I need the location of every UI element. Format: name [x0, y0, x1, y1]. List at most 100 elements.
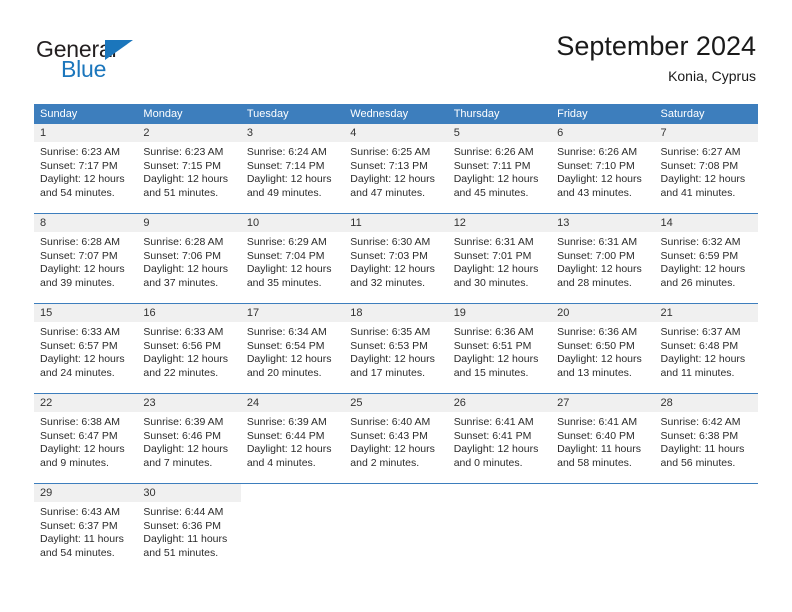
- day-number: [551, 484, 655, 502]
- weekday-header-thursday: Thursday: [453, 108, 500, 120]
- daylight-text-line2: and 54 minutes.: [40, 546, 115, 559]
- sunset-text: Sunset: 7:01 PM: [453, 249, 532, 262]
- day-details: Sunrise: 6:24 AM Sunset: 7:14 PM Dayligh…: [241, 142, 344, 200]
- day-cell[interactable]: 30 Sunrise: 6:44 AM Sunset: 6:36 PM Dayl…: [137, 484, 241, 573]
- page-header: General Blue September 2024 Konia, Cypru…: [0, 0, 792, 100]
- daylight-text-line2: and 24 minutes.: [40, 366, 115, 379]
- sunrise-text: Sunrise: 6:28 AM: [143, 236, 224, 248]
- daylight-text-line2: and 39 minutes.: [40, 276, 115, 289]
- weekday-header-tuesday: Tuesday: [246, 108, 289, 120]
- day-cell[interactable]: 20 Sunrise: 6:36 AM Sunset: 6:50 PM Dayl…: [551, 304, 655, 393]
- day-cell[interactable]: 6 Sunrise: 6:26 AM Sunset: 7:10 PM Dayli…: [551, 124, 655, 213]
- day-details: Sunrise: 6:36 AM Sunset: 6:51 PM Dayligh…: [448, 322, 551, 380]
- daylight-text-line1: Daylight: 11 hours: [557, 443, 641, 456]
- day-number: 20: [551, 304, 655, 322]
- day-cell[interactable]: 8 Sunrise: 6:28 AM Sunset: 7:07 PM Dayli…: [34, 214, 138, 303]
- day-cell[interactable]: 11 Sunrise: 6:30 AM Sunset: 7:03 PM Dayl…: [344, 214, 448, 303]
- day-details: Sunrise: 6:26 AM Sunset: 7:11 PM Dayligh…: [448, 142, 551, 200]
- sunset-text: Sunset: 7:10 PM: [557, 159, 635, 172]
- day-cell[interactable]: 15 Sunrise: 6:33 AM Sunset: 6:57 PM Dayl…: [34, 304, 138, 393]
- day-number: 23: [137, 394, 241, 412]
- day-cell[interactable]: 9 Sunrise: 6:28 AM Sunset: 7:06 PM Dayli…: [137, 214, 241, 303]
- sunset-text: Sunset: 7:17 PM: [40, 159, 118, 172]
- day-number: 22: [34, 394, 138, 412]
- day-cell[interactable]: 16 Sunrise: 6:33 AM Sunset: 6:56 PM Dayl…: [137, 304, 241, 393]
- day-cell[interactable]: 23 Sunrise: 6:39 AM Sunset: 6:46 PM Dayl…: [137, 394, 241, 483]
- sunset-text: Sunset: 7:15 PM: [143, 159, 222, 172]
- logo-text-blue: Blue: [61, 56, 107, 82]
- day-cell-empty: [240, 484, 345, 573]
- day-number: [447, 484, 552, 502]
- day-cell[interactable]: 3 Sunrise: 6:24 AM Sunset: 7:14 PM Dayli…: [240, 124, 345, 213]
- day-details: Sunrise: 6:31 AM Sunset: 7:00 PM Dayligh…: [551, 232, 654, 290]
- day-details: Sunrise: 6:39 AM Sunset: 6:46 PM Dayligh…: [137, 412, 240, 470]
- day-cell[interactable]: 18 Sunrise: 6:35 AM Sunset: 6:53 PM Dayl…: [344, 304, 448, 393]
- daylight-text-line2: and 28 minutes.: [557, 276, 632, 289]
- day-details: Sunrise: 6:29 AM Sunset: 7:04 PM Dayligh…: [241, 232, 344, 290]
- day-cell[interactable]: 29 Sunrise: 6:43 AM Sunset: 6:37 PM Dayl…: [34, 484, 138, 573]
- daylight-text-line1: Daylight: 12 hours: [453, 263, 539, 276]
- sunset-text: Sunset: 6:47 PM: [40, 429, 118, 442]
- daylight-text-line1: Daylight: 12 hours: [660, 353, 746, 366]
- day-number: 13: [551, 214, 655, 232]
- weekday-header-monday: Monday: [143, 108, 183, 120]
- day-cell[interactable]: 14 Sunrise: 6:32 AM Sunset: 6:59 PM Dayl…: [654, 214, 758, 303]
- weekday-header-wednesday: Wednesday: [350, 108, 409, 120]
- day-cell[interactable]: 5 Sunrise: 6:26 AM Sunset: 7:11 PM Dayli…: [447, 124, 552, 213]
- day-cell[interactable]: 26 Sunrise: 6:41 AM Sunset: 6:41 PM Dayl…: [447, 394, 552, 483]
- day-details: Sunrise: 6:25 AM Sunset: 7:13 PM Dayligh…: [344, 142, 447, 200]
- day-number: [344, 484, 448, 502]
- sunrise-text: Sunrise: 6:26 AM: [453, 146, 534, 158]
- daylight-text-line1: Daylight: 12 hours: [40, 353, 125, 366]
- sunset-text: Sunset: 6:50 PM: [557, 339, 635, 352]
- sunset-text: Sunset: 6:37 PM: [40, 519, 118, 532]
- sunrise-text: Sunrise: 6:33 AM: [40, 326, 120, 338]
- day-details: Sunrise: 6:35 AM Sunset: 6:53 PM Dayligh…: [344, 322, 447, 380]
- day-cell[interactable]: 19 Sunrise: 6:36 AM Sunset: 6:51 PM Dayl…: [447, 304, 552, 393]
- sunset-text: Sunset: 6:56 PM: [143, 339, 222, 352]
- daylight-text-line2: and 32 minutes.: [350, 276, 425, 289]
- daylight-text-line1: Daylight: 12 hours: [143, 443, 229, 456]
- day-number: [654, 484, 758, 502]
- day-cell[interactable]: 22 Sunrise: 6:38 AM Sunset: 6:47 PM Dayl…: [34, 394, 138, 483]
- day-cell[interactable]: 28 Sunrise: 6:42 AM Sunset: 6:38 PM Dayl…: [654, 394, 758, 483]
- calendar-page: General Blue September 2024 Konia, Cypru…: [0, 0, 792, 612]
- day-cell[interactable]: 13 Sunrise: 6:31 AM Sunset: 7:00 PM Dayl…: [551, 214, 655, 303]
- day-cell[interactable]: 2 Sunrise: 6:23 AM Sunset: 7:15 PM Dayli…: [137, 124, 241, 213]
- day-cell[interactable]: 27 Sunrise: 6:41 AM Sunset: 6:40 PM Dayl…: [551, 394, 655, 483]
- day-cell[interactable]: 17 Sunrise: 6:34 AM Sunset: 6:54 PM Dayl…: [240, 304, 345, 393]
- day-number: 5: [447, 124, 552, 142]
- day-details: Sunrise: 6:38 AM Sunset: 6:47 PM Dayligh…: [34, 412, 137, 470]
- sunrise-text: Sunrise: 6:41 AM: [557, 416, 638, 428]
- day-cell-empty: [551, 484, 655, 573]
- sunrise-text: Sunrise: 6:35 AM: [350, 326, 431, 338]
- sunrise-text: Sunrise: 6:42 AM: [660, 416, 741, 428]
- sunset-text: Sunset: 6:57 PM: [40, 339, 118, 352]
- calendar-grid: Sunday Monday Tuesday Wednesday Thursday…: [34, 104, 758, 573]
- daylight-text-line2: and 43 minutes.: [557, 186, 632, 199]
- sunrise-text: Sunrise: 6:23 AM: [40, 146, 120, 158]
- day-cell[interactable]: 1 Sunrise: 6:23 AM Sunset: 7:17 PM Dayli…: [34, 124, 138, 213]
- day-number: 15: [34, 304, 138, 322]
- daylight-text-line1: Daylight: 12 hours: [40, 443, 125, 456]
- day-cell[interactable]: 12 Sunrise: 6:31 AM Sunset: 7:01 PM Dayl…: [447, 214, 552, 303]
- daylight-text-line2: and 13 minutes.: [557, 366, 632, 379]
- day-number: 7: [654, 124, 758, 142]
- daylight-text-line1: Daylight: 12 hours: [660, 173, 746, 186]
- sunset-text: Sunset: 6:41 PM: [453, 429, 532, 442]
- day-cell[interactable]: 4 Sunrise: 6:25 AM Sunset: 7:13 PM Dayli…: [344, 124, 448, 213]
- day-cell-empty: [344, 484, 448, 573]
- day-cell[interactable]: 25 Sunrise: 6:40 AM Sunset: 6:43 PM Dayl…: [344, 394, 448, 483]
- sunrise-text: Sunrise: 6:30 AM: [350, 236, 431, 248]
- daylight-text-line1: Daylight: 12 hours: [40, 173, 125, 186]
- daylight-text-line1: Daylight: 12 hours: [350, 443, 435, 456]
- daylight-text-line2: and 30 minutes.: [453, 276, 529, 289]
- daylight-text-line2: and 37 minutes.: [143, 276, 219, 289]
- day-cell[interactable]: 21 Sunrise: 6:37 AM Sunset: 6:48 PM Dayl…: [654, 304, 758, 393]
- sunset-text: Sunset: 7:00 PM: [557, 249, 635, 262]
- day-cell[interactable]: 10 Sunrise: 6:29 AM Sunset: 7:04 PM Dayl…: [240, 214, 345, 303]
- daylight-text-line1: Daylight: 12 hours: [453, 173, 539, 186]
- day-cell[interactable]: 7 Sunrise: 6:27 AM Sunset: 7:08 PM Dayli…: [654, 124, 758, 213]
- day-number: 28: [654, 394, 758, 412]
- day-cell[interactable]: 24 Sunrise: 6:39 AM Sunset: 6:44 PM Dayl…: [240, 394, 345, 483]
